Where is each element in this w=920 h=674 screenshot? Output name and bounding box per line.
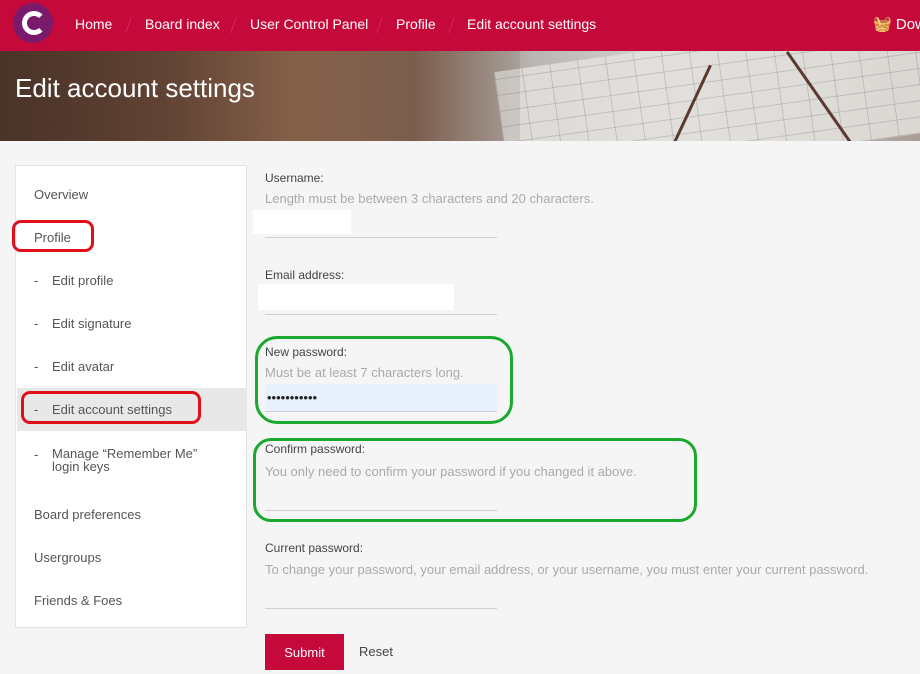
green-annotation-outline [255, 336, 513, 424]
page-title: Edit account settings [15, 73, 255, 103]
c-logo-icon[interactable] [13, 3, 53, 43]
reset-button[interactable]: Reset [359, 644, 393, 659]
sidebar-subitem-label: Edit profile [52, 273, 114, 288]
sidebar-subitem-edit-signature[interactable]: - Edit signature [34, 316, 132, 331]
sidebar-subitem-edit-profile[interactable]: - Edit profile [34, 273, 113, 288]
red-annotation-outline [12, 220, 94, 252]
username-help: Length must be between 3 characters and … [265, 191, 594, 206]
current-password-help: To change your password, your email addr… [265, 562, 869, 577]
nav-download-label: Dow [895, 16, 920, 33]
submit-button[interactable]: Submit [265, 634, 344, 670]
sidebar-subitem-remember-me[interactable]: Manage “Remember Me” login keys [52, 447, 197, 473]
email-label: Email address: [265, 268, 345, 282]
dash-marker: - [34, 359, 39, 374]
username-label: Username: [265, 171, 324, 185]
sidebar-item-friends-foes[interactable]: Friends & Foes [34, 593, 122, 608]
sidebar-item-usergroups[interactable]: Usergroups [34, 550, 101, 565]
current-password-label: Current password: [265, 541, 364, 555]
username-input[interactable] [265, 212, 497, 238]
nav-board-index[interactable]: Board index [145, 16, 220, 32]
nav-edit-account-settings[interactable]: Edit account settings [467, 16, 596, 32]
email-field[interactable] [265, 289, 497, 315]
nav-user-control-panel[interactable]: User Control Panel [250, 16, 368, 32]
nav-separator [230, 17, 237, 33]
sidebar-subitem-label: Edit signature [52, 316, 132, 331]
dash-marker: - [34, 316, 39, 331]
dash-marker: - [34, 273, 39, 288]
nav-separator [125, 17, 132, 33]
sidebar-subitem-edit-avatar[interactable]: - Edit avatar [34, 359, 114, 374]
red-annotation-outline [21, 391, 201, 424]
nav-profile[interactable]: Profile [396, 16, 436, 32]
nav-download-link[interactable]: 🧺 Dow [873, 15, 920, 33]
nav-home[interactable]: Home [75, 16, 112, 32]
basket-icon: 🧺 [873, 16, 892, 33]
current-password-input[interactable] [265, 583, 497, 609]
sidebar-subitem-label: Edit avatar [52, 359, 115, 374]
sidebar-item-board-preferences[interactable]: Board preferences [34, 507, 141, 522]
nav-separator [448, 17, 455, 33]
green-annotation-outline [253, 438, 697, 522]
nav-separator [376, 17, 383, 33]
sidebar-item-overview[interactable]: Overview [34, 187, 88, 202]
dash-marker: - [34, 447, 39, 462]
top-nav-bar: Home Board index User Control Panel Prof… [0, 0, 920, 51]
banner-blueprint-image [493, 51, 920, 141]
sidebar-subitem-label: login keys [52, 459, 110, 474]
